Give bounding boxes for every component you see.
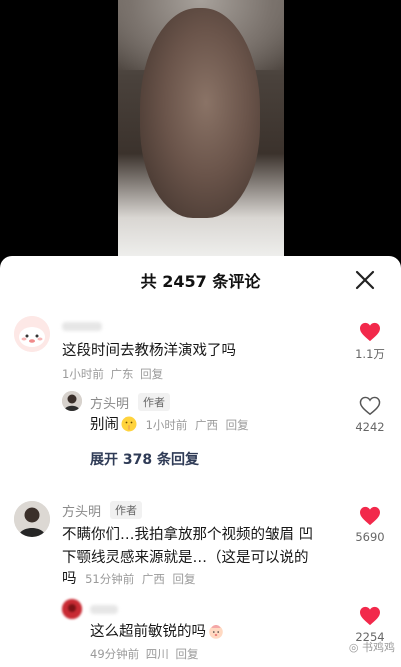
baby-face-emoji-icon [208,623,224,639]
video-area[interactable] [0,0,401,256]
comment-location: 广东 [110,367,134,381]
close-icon[interactable] [355,270,375,290]
comment-time: 51分钟前 [85,572,135,586]
avatar[interactable] [14,316,50,352]
like-count: 5690 [355,530,385,544]
shush-emoji-icon [121,416,137,432]
heart-outline-icon [359,396,381,416]
expand-replies-button[interactable]: 展开 378 条回复 [90,449,199,469]
blurred-username [62,322,102,331]
user-photo-icon [14,501,50,537]
watermark: ◎ 书鸡鸡 [349,639,395,655]
cartoon-avatar-icon [14,316,50,352]
reply-button[interactable]: 回复 [172,572,195,586]
comment-meta: 1小时前 广东 回复 [62,366,163,382]
comment-text-line-1: 不瞒你们…我拍拿放那个视频的皱眉 凹 [62,527,314,543]
reply-username[interactable]: 方头明 [90,393,129,412]
comment-username[interactable]: 方头明 [62,501,101,520]
user-photo-icon [62,391,82,411]
user-photo-icon [62,599,82,619]
comment-text: 这段时间去教杨洋演戏了吗 [62,343,236,359]
avatar[interactable] [14,501,50,537]
author-badge: 作者 [110,501,142,519]
author-badge: 作者 [138,393,170,411]
heart-filled-icon [360,506,380,526]
avatar[interactable] [62,391,82,411]
reply-button[interactable]: 回复 [140,367,163,381]
video-frame [118,0,284,256]
reply-text-line: 别闹 1小时前 广西 回复 [90,415,249,436]
reply-location: 四川 [145,647,169,661]
reply-text: 别闹 [90,417,119,433]
heart-filled-icon [360,322,380,342]
like-count: 4242 [355,420,385,434]
like-button[interactable]: 5690 [348,506,392,544]
reply-time: 49分钟前 [90,647,140,661]
heart-filled-icon [360,606,380,626]
avatar[interactable] [62,599,82,619]
face-shape [140,8,260,218]
watermark-icon: ◎ [348,641,362,654]
comment-text-line-3-text: 吗 [62,571,77,587]
comment-location: 广西 [141,572,165,586]
comments-sheet: 共 2457 条评论 这段时间去教杨洋演戏了吗 1小时前 广东 回复 1.1万 [0,256,401,667]
comment-text-line-2: 下颚线灵感来源就是…（这是可以说的 [62,550,309,566]
like-button[interactable]: 1.1万 [348,322,392,362]
reply-location: 广西 [195,418,219,432]
comments-title: 共 2457 条评论 [140,272,261,291]
reply-button[interactable]: 回复 [175,647,198,661]
like-button[interactable]: 4242 [348,396,392,434]
comment-text-line-3: 吗 51分钟前 广西 回复 [62,569,195,590]
watermark-text: 书鸡鸡 [362,641,395,654]
reply-button[interactable]: 回复 [226,418,249,432]
blurred-username [90,605,118,614]
comment-time: 1小时前 [62,367,104,381]
reply-text: 这么超前敏锐的吗 [90,624,206,640]
reply-time: 1小时前 [145,418,188,432]
reply-meta: 49分钟前 四川 回复 [90,646,198,662]
reply-text-line: 这么超前敏锐的吗 [90,622,226,643]
like-count: 1.1万 [355,347,385,361]
